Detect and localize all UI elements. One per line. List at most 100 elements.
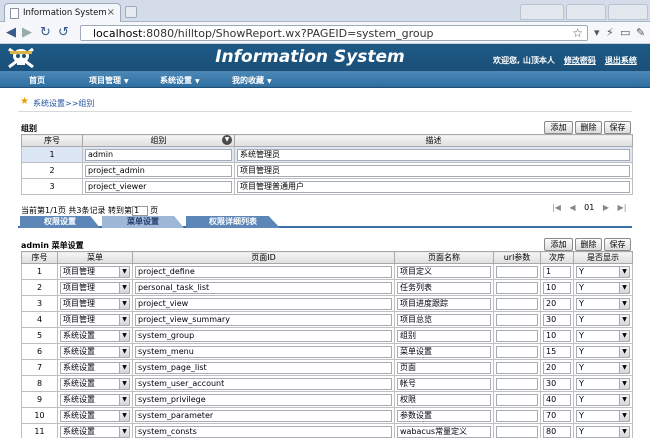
col-header-order[interactable]: 次序 — [540, 251, 574, 264]
group-desc-input[interactable]: 项目管理普通用户 — [237, 180, 630, 193]
cell-page-id[interactable]: personal_task_list — [132, 279, 395, 296]
visible-select[interactable]: Y ▼ — [576, 377, 630, 390]
table-row[interactable]: 2 project_admin 项目管理员 — [21, 162, 633, 179]
cell-visible[interactable]: Y ▼ — [573, 279, 633, 296]
extension-icon[interactable]: ⚡ — [606, 26, 614, 39]
cell-page-id[interactable]: system_consts — [132, 423, 395, 438]
visible-select[interactable]: Y ▼ — [576, 409, 630, 422]
order-input[interactable]: 15 — [543, 345, 571, 358]
cell-page-name[interactable]: 项目总览 — [394, 311, 494, 328]
page-id-input[interactable]: personal_task_list — [135, 281, 392, 294]
background-tab[interactable] — [520, 4, 564, 20]
tab-privilege-settings[interactable]: 权限设置 — [20, 216, 100, 228]
table-row[interactable]: 9 系统设置 ▼ system_privilege 权限 40 Y ▼ — [21, 391, 633, 408]
page-id-input[interactable]: project_view — [135, 297, 392, 310]
order-input[interactable]: 1 — [543, 265, 571, 278]
url-params-input[interactable] — [496, 313, 538, 326]
page-name-input[interactable]: wabacus常量定义 — [397, 425, 491, 438]
page-id-input[interactable]: system_group — [135, 329, 392, 342]
tab-menu-settings[interactable]: 菜单设置 — [102, 216, 184, 228]
url-params-input[interactable] — [496, 329, 538, 342]
cell-menu[interactable]: 项目管理 ▼ — [57, 295, 133, 312]
table-row[interactable]: 6 系统设置 ▼ system_menu 菜单设置 15 Y ▼ — [21, 343, 633, 360]
cell-menu[interactable]: 系统设置 ▼ — [57, 391, 133, 408]
cell-url-params[interactable] — [493, 343, 541, 360]
bookmark-star-icon[interactable]: ☆ — [572, 26, 583, 40]
group-name-input[interactable]: admin — [85, 148, 232, 161]
cell-desc[interactable]: 系统管理员 — [234, 146, 633, 163]
stop-icon[interactable]: ↺ — [58, 26, 69, 39]
cell-page-id[interactable]: system_privilege — [132, 391, 395, 408]
cell-order[interactable]: 80 — [540, 423, 574, 438]
order-input[interactable]: 10 — [543, 281, 571, 294]
chevron-down-icon[interactable]: ▼ — [119, 346, 129, 357]
page-name-input[interactable]: 参数设置 — [397, 409, 491, 422]
order-input[interactable]: 20 — [543, 297, 571, 310]
back-arrow-icon[interactable]: ◀ — [6, 26, 16, 39]
cell-menu[interactable]: 系统设置 ▼ — [57, 343, 133, 360]
table-row[interactable]: 2 项目管理 ▼ personal_task_list 任务列表 10 Y ▼ — [21, 279, 633, 296]
page-menu-icon[interactable]: ▭ — [620, 26, 630, 39]
cell-page-name[interactable]: 项目定义 — [394, 263, 494, 280]
cell-order[interactable]: 10 — [540, 327, 574, 344]
new-tab-button[interactable] — [125, 6, 137, 18]
group-name-input[interactable]: project_viewer — [85, 180, 232, 193]
cell-menu[interactable]: 项目管理 ▼ — [57, 279, 133, 296]
cell-page-id[interactable]: project_define — [132, 263, 395, 280]
cell-menu[interactable]: 系统设置 ▼ — [57, 327, 133, 344]
background-tab[interactable] — [608, 4, 648, 20]
page-id-input[interactable]: system_menu — [135, 345, 392, 358]
col-header-page-id[interactable]: 页面ID — [132, 251, 395, 264]
cell-order[interactable]: 20 — [540, 359, 574, 376]
menu-save-button[interactable]: 保存 — [604, 238, 631, 251]
cell-page-id[interactable]: system_menu — [132, 343, 395, 360]
cell-order[interactable]: 30 — [540, 375, 574, 392]
url-params-input[interactable] — [496, 265, 538, 278]
menu-select[interactable]: 系统设置 ▼ — [60, 345, 130, 358]
page-id-input[interactable]: system_user_account — [135, 377, 392, 390]
table-row[interactable]: 3 project_viewer 项目管理普通用户 — [21, 178, 633, 195]
page-id-input[interactable]: project_define — [135, 265, 392, 278]
menu-select[interactable]: 项目管理 ▼ — [60, 297, 130, 310]
url-params-input[interactable] — [496, 361, 538, 374]
chevron-down-icon[interactable]: ▼ — [619, 394, 629, 405]
cell-page-id[interactable]: system_parameter — [132, 407, 395, 424]
cell-group[interactable]: project_admin — [82, 162, 235, 179]
chevron-down-icon[interactable]: ▼ — [119, 282, 129, 293]
menu-select[interactable]: 项目管理 ▼ — [60, 313, 130, 326]
col-header-group[interactable]: 组别 ▼ — [82, 134, 235, 147]
cell-url-params[interactable] — [493, 311, 541, 328]
page-id-input[interactable]: system_parameter — [135, 409, 392, 422]
page-name-input[interactable]: 项目进度跟踪 — [397, 297, 491, 310]
chevron-down-icon[interactable]: ▼ — [619, 426, 629, 437]
prev-page-icon[interactable]: ◀ — [569, 203, 575, 212]
table-row[interactable]: 1 项目管理 ▼ project_define 项目定义 1 Y ▼ — [21, 263, 633, 280]
order-input[interactable]: 20 — [543, 361, 571, 374]
cell-page-id[interactable]: system_group — [132, 327, 395, 344]
cell-order[interactable]: 10 — [540, 279, 574, 296]
chevron-down-icon[interactable]: ▼ — [619, 314, 629, 325]
cell-menu[interactable]: 系统设置 ▼ — [57, 375, 133, 392]
next-page-icon[interactable]: ▶ — [603, 203, 609, 212]
chevron-down-icon[interactable]: ▼ — [119, 298, 129, 309]
cell-menu[interactable]: 系统设置 ▼ — [57, 359, 133, 376]
bookmark-menu-icon[interactable]: ▾ — [594, 26, 600, 39]
cell-visible[interactable]: Y ▼ — [573, 407, 633, 424]
table-row[interactable]: 3 项目管理 ▼ project_view 项目进度跟踪 20 Y ▼ — [21, 295, 633, 312]
chevron-down-icon[interactable]: ▼ — [619, 330, 629, 341]
table-row[interactable]: 5 系统设置 ▼ system_group 组别 10 Y ▼ — [21, 327, 633, 344]
group-desc-input[interactable]: 项目管理员 — [237, 164, 630, 177]
cell-url-params[interactable] — [493, 279, 541, 296]
chevron-down-icon[interactable]: ▼ — [619, 378, 629, 389]
page-name-input[interactable]: 组别 — [397, 329, 491, 342]
chevron-down-icon[interactable]: ▼ — [619, 282, 629, 293]
chevron-down-icon[interactable]: ▼ — [119, 378, 129, 389]
order-input[interactable]: 80 — [543, 425, 571, 438]
change-password-link[interactable]: 修改密码 — [564, 56, 596, 65]
cell-menu[interactable]: 系统设置 ▼ — [57, 423, 133, 438]
cell-url-params[interactable] — [493, 263, 541, 280]
chevron-down-icon[interactable]: ▼ — [119, 362, 129, 373]
cell-url-params[interactable] — [493, 391, 541, 408]
logout-link[interactable]: 退出系统 — [605, 56, 637, 65]
cell-page-id[interactable]: project_view — [132, 295, 395, 312]
